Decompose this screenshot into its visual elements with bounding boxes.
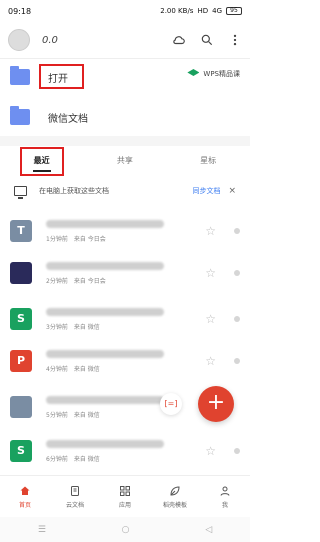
doc-type-icon: S: [10, 308, 32, 330]
doc-meta: 6分钟前 来自 微信: [46, 455, 100, 463]
status-indicators: 2.00 KB/s HD 4G 95: [160, 7, 242, 15]
nav-apps-label: 应用: [118, 501, 131, 509]
wechat-docs-label: 微信文档: [48, 113, 88, 125]
doc-meta: 2分钟前 来自 今日会: [46, 277, 106, 285]
close-icon[interactable]: ×: [228, 186, 236, 196]
nav-me[interactable]: 我: [200, 476, 250, 517]
doc-title-blurred: [46, 349, 164, 358]
home-icon: [20, 486, 30, 495]
system-menu-icon[interactable]: ☰: [38, 525, 46, 535]
star-icon[interactable]: ☆: [205, 224, 216, 238]
nav-templates[interactable]: 稻壳模板: [150, 476, 200, 517]
doc-thumbnail: [10, 262, 32, 284]
system-back-icon[interactable]: ◁: [205, 525, 212, 535]
star-icon[interactable]: ☆: [205, 444, 216, 458]
status-dot: [234, 316, 240, 322]
leaf-icon: [170, 485, 180, 496]
nav-home[interactable]: 首页: [0, 476, 50, 517]
top-icons: [172, 33, 242, 47]
list-item[interactable]: 2分钟前 来自 今日会 ☆: [0, 252, 250, 294]
status-dot: [234, 448, 240, 454]
list-item[interactable]: S 3分钟前 来自 微信 ☆: [0, 298, 250, 340]
list-item[interactable]: S 6分钟前 来自 微信 ☆: [0, 430, 250, 472]
sync-hint-text: 在电脑上获取这些文档: [39, 187, 109, 195]
doc-title-blurred: [46, 395, 164, 404]
section-gap: [0, 136, 250, 146]
signal-icon: 4G: [212, 7, 222, 15]
doc-text: 3分钟前 来自 微信: [46, 307, 176, 331]
doc-title-blurred: [46, 307, 164, 316]
doc-meta: 1分钟前 来自 今日会: [46, 235, 106, 243]
graduation-cap-icon: [187, 69, 200, 76]
doc-type-icon: T: [10, 220, 32, 242]
star-icon[interactable]: ☆: [205, 312, 216, 326]
search-icon[interactable]: [200, 33, 214, 47]
grid-icon: [120, 485, 130, 496]
system-home-icon[interactable]: ○: [122, 525, 130, 535]
status-bar: 09:18 2.00 KB/s HD 4G 95: [0, 0, 250, 22]
status-dot: [234, 270, 240, 276]
doc-title-blurred: [46, 261, 164, 270]
doc-type-icon: [10, 396, 32, 418]
doc-text: 1分钟前 来自 今日会: [46, 219, 176, 243]
highlight-box-open: [39, 64, 84, 89]
cloud-icon[interactable]: [172, 33, 186, 47]
doc-title-blurred: [46, 219, 164, 228]
doc-meta: 5分钟前 来自 微信: [46, 411, 100, 419]
promo-wps-course[interactable]: WPS精品课: [187, 69, 240, 79]
folder-open-icon: [10, 66, 30, 85]
highlight-box-recent: [20, 147, 64, 176]
nav-cloud-docs-label: 云文档: [65, 501, 84, 509]
star-icon[interactable]: ☆: [205, 354, 216, 368]
tab-starred[interactable]: 星标: [167, 148, 250, 174]
scan-icon[interactable]: [=]: [160, 393, 182, 415]
avatar[interactable]: [8, 29, 30, 51]
star-icon[interactable]: ☆: [205, 266, 216, 280]
nav-apps[interactable]: 应用: [100, 476, 150, 517]
doc-text: 2分钟前 来自 今日会: [46, 261, 176, 285]
promo-label: WPS精品课: [203, 70, 240, 78]
list-item[interactable]: T 1分钟前 来自 今日会 ☆: [0, 210, 250, 252]
status-dot: [234, 358, 240, 364]
document-icon: [71, 485, 79, 496]
doc-title-blurred: [46, 439, 164, 448]
status-dot: [234, 228, 240, 234]
system-nav-bar: ☰ ○ ◁: [0, 517, 250, 542]
network-type: HD: [197, 7, 209, 15]
tab-shared[interactable]: 共享: [83, 148, 166, 174]
nav-home-label: 首页: [18, 501, 31, 509]
username[interactable]: 0.0: [42, 35, 58, 46]
list-item[interactable]: P 4分钟前 来自 微信 ☆: [0, 340, 250, 382]
new-document-button[interactable]: +: [198, 386, 234, 422]
folder-icon: [10, 106, 30, 125]
sync-hint: 在电脑上获取这些文档 同步文档 ×: [0, 180, 250, 202]
network-speed: 2.00 KB/s: [160, 7, 194, 15]
doc-text: 6分钟前 来自 微信: [46, 439, 176, 463]
user-icon: [220, 486, 230, 496]
battery-icon: 95: [226, 7, 242, 15]
status-time: 09:18: [8, 6, 32, 16]
nav-templates-label: 稻壳模板: [162, 501, 187, 509]
doc-text: 4分钟前 来自 微信: [46, 349, 176, 373]
wechat-docs-row[interactable]: 微信文档: [0, 100, 250, 134]
bottom-nav: 首页 云文档 应用 稻壳模板 我: [0, 475, 250, 517]
nav-me-label: 我: [221, 501, 228, 509]
doc-meta: 3分钟前 来自 微信: [46, 323, 100, 331]
monitor-icon: [14, 186, 27, 199]
top-bar: 0.0: [0, 24, 250, 56]
sync-docs-link[interactable]: 同步文档: [192, 186, 220, 196]
doc-text: 5分钟前 来自 微信: [46, 395, 176, 419]
more-icon[interactable]: [228, 33, 242, 47]
nav-cloud-docs[interactable]: 云文档: [50, 476, 100, 517]
divider: [0, 58, 250, 59]
doc-type-icon: S: [10, 440, 32, 462]
doc-type-icon: P: [10, 350, 32, 372]
doc-meta: 4分钟前 来自 微信: [46, 365, 100, 373]
